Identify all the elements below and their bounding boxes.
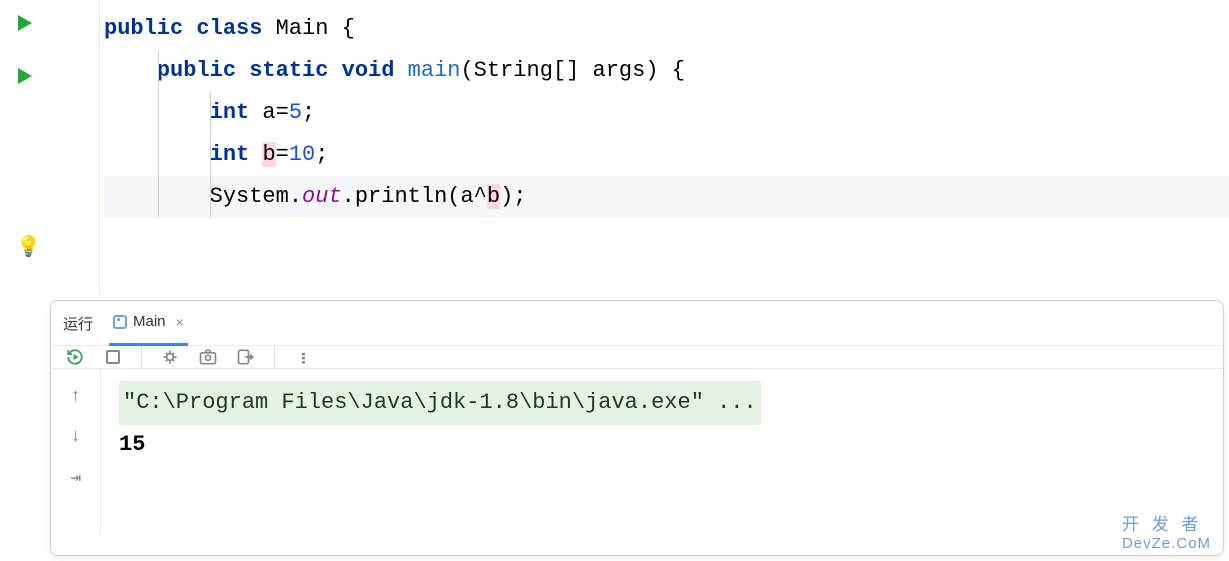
toolbar-separator <box>141 346 142 368</box>
wrap-icon[interactable]: ⇥ <box>70 467 81 489</box>
up-arrow-icon[interactable]: ↑ <box>70 387 81 407</box>
code-line[interactable]: public static void main(String[] args) { <box>104 50 1229 92</box>
code-content[interactable]: public class Main { public static void m… <box>100 0 1229 295</box>
run-tab-main[interactable]: Main × <box>109 301 188 346</box>
screenshot-icon[interactable] <box>198 347 218 367</box>
run-toolbar: ⋯ <box>51 346 1223 369</box>
watermark-line1: 开 发 者 <box>1122 515 1211 535</box>
exit-icon[interactable] <box>236 347 256 367</box>
code-line[interactable]: System.out.println(a^b); <box>104 176 1229 218</box>
watermark: 开 发 者 DevZe.CoM <box>1122 515 1211 553</box>
run-line-icon[interactable] <box>18 68 32 84</box>
down-arrow-icon[interactable]: ↓ <box>70 427 81 447</box>
run-tabs-bar: 运行 Main × <box>51 301 1223 346</box>
stop-button[interactable] <box>103 347 123 367</box>
run-tab-label: Main <box>133 313 166 330</box>
watermark-line2: DevZe.CoM <box>1122 535 1211 553</box>
intention-bulb-icon[interactable]: 💡 <box>16 234 41 260</box>
run-body: ↑ ↓ ⇥ "C:\Program Files\Java\jdk-1.8\bin… <box>51 369 1223 533</box>
more-options-icon[interactable]: ⋯ <box>293 347 313 367</box>
run-output-sidebar: ↑ ↓ ⇥ <box>51 369 101 533</box>
run-line-icon[interactable] <box>18 15 32 31</box>
output-result: 15 <box>119 432 145 457</box>
editor-gutter: 💡 <box>0 0 100 295</box>
output-command: "C:\Program Files\Java\jdk-1.8\bin\java.… <box>119 381 761 425</box>
code-editor[interactable]: 💡 public class Main { public static void… <box>0 0 1229 295</box>
code-line[interactable]: public class Main { <box>104 8 1229 50</box>
rerun-button[interactable] <box>65 347 85 367</box>
toolbar-separator <box>274 346 275 368</box>
code-line[interactable]: int a=5; <box>104 92 1229 134</box>
code-line[interactable]: int b=10; <box>104 134 1229 176</box>
run-panel: 运行 Main × <box>50 300 1224 556</box>
run-panel-title: 运行 <box>63 313 93 334</box>
application-icon <box>113 315 127 329</box>
debug-icon[interactable] <box>160 347 180 367</box>
console-output[interactable]: "C:\Program Files\Java\jdk-1.8\bin\java.… <box>101 369 1223 533</box>
close-tab-icon[interactable]: × <box>176 314 184 330</box>
